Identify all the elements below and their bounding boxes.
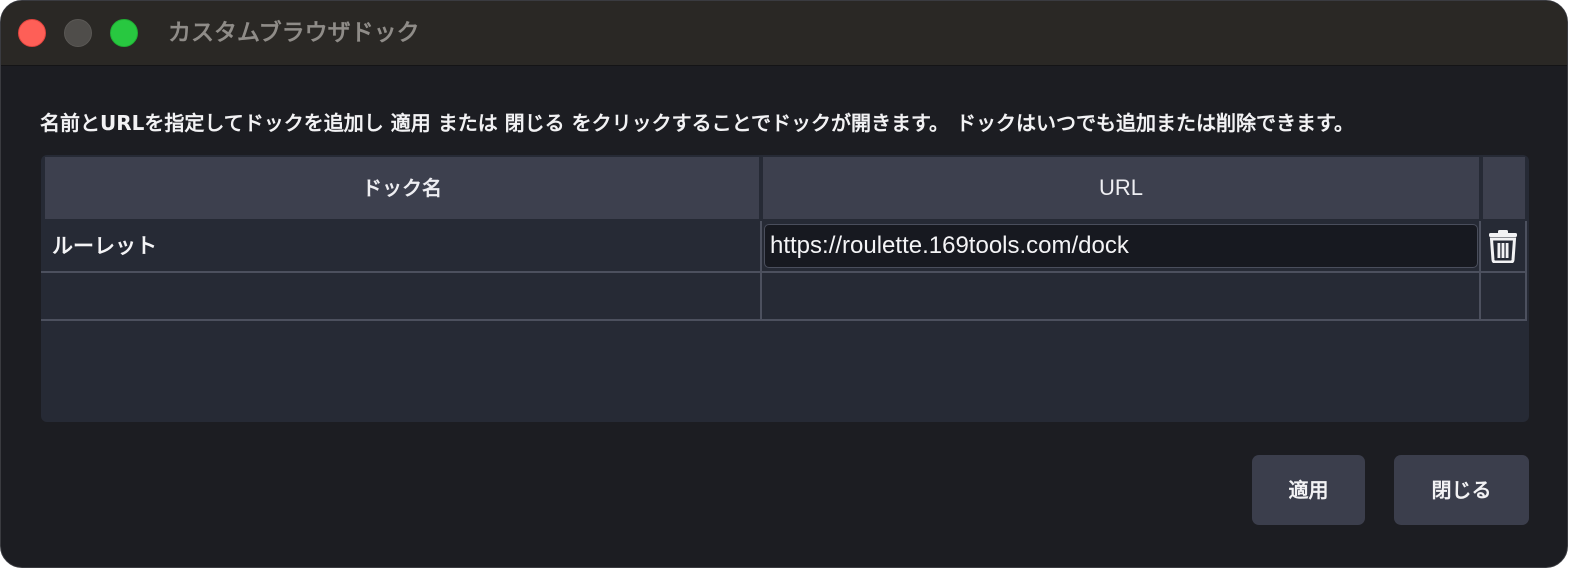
apply-button[interactable]: 適用 (1252, 455, 1365, 525)
trash-icon[interactable] (1487, 229, 1519, 264)
minimize-window-icon[interactable] (64, 19, 92, 47)
header-dock-name[interactable]: ドック名 (45, 157, 759, 219)
column-divider (760, 221, 762, 271)
column-divider (1525, 273, 1527, 319)
column-divider (1479, 221, 1481, 271)
table-row[interactable] (41, 273, 1527, 321)
dock-table: ドック名 URL ルーレット (41, 155, 1529, 422)
table-row[interactable]: ルーレット (41, 221, 1527, 273)
column-divider (1479, 273, 1481, 319)
header-url[interactable]: URL (763, 157, 1479, 219)
close-window-icon[interactable] (18, 19, 46, 47)
dock-name-cell[interactable]: ルーレット (52, 221, 157, 271)
url-input[interactable] (764, 224, 1478, 268)
title-bar: カスタムブラウザドック (1, 1, 1567, 66)
column-divider (1525, 221, 1527, 271)
instructions-text: 名前とURLを指定してドックを追加し 適用 または 閉じる をクリックすることで… (40, 111, 1354, 135)
column-divider (760, 273, 762, 319)
dialog-window: カスタムブラウザドック 名前とURLを指定してドックを追加し 適用 または 閉じ… (0, 0, 1568, 568)
maximize-window-icon[interactable] (110, 19, 138, 47)
window-title: カスタムブラウザドック (168, 20, 420, 46)
close-button[interactable]: 閉じる (1394, 455, 1529, 525)
header-action (1483, 157, 1525, 219)
